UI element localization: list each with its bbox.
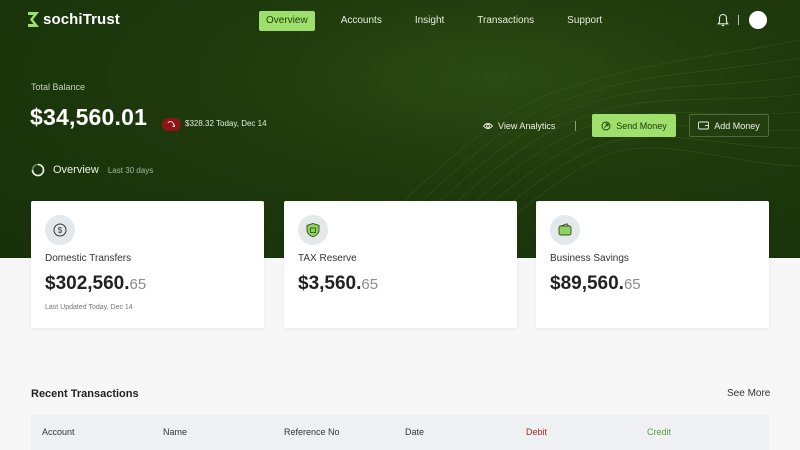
- column-header-name[interactable]: Name: [163, 427, 187, 437]
- see-more-link[interactable]: See More: [727, 388, 770, 399]
- column-header-account[interactable]: Account: [42, 427, 75, 437]
- nav-support[interactable]: Support: [560, 11, 609, 31]
- balance-change-text: $328.32 Today, Dec 14: [185, 119, 267, 128]
- card-title: TAX Reserve: [298, 253, 357, 264]
- overview-header: Overview Last 30 days: [31, 163, 153, 177]
- top-navbar: sochiTrust Overview Accounts Insight Tra…: [0, 0, 800, 42]
- card-title: Domestic Transfers: [45, 253, 132, 264]
- nav-transactions[interactable]: Transactions: [470, 11, 541, 31]
- overview-progress-icon: [31, 163, 45, 177]
- transactions-table-header: Account Name Reference No Date Debit Cre…: [31, 415, 769, 450]
- recent-transactions-title: Recent Transactions: [31, 388, 139, 400]
- nav-overview[interactable]: Overview: [259, 11, 315, 31]
- send-money-button[interactable]: Send Money: [592, 114, 676, 137]
- overview-title: Overview: [53, 164, 99, 176]
- bell-icon[interactable]: [717, 13, 729, 27]
- avatar[interactable]: [749, 11, 767, 29]
- send-money-label: Send Money: [616, 120, 667, 131]
- brand-logo[interactable]: sochiTrust: [27, 11, 120, 28]
- add-money-label: Add Money: [714, 120, 760, 131]
- overview-subtitle: Last 30 days: [107, 165, 154, 175]
- view-analytics-link[interactable]: View Analytics: [483, 121, 555, 131]
- card-amount: $302,560.65: [45, 273, 147, 294]
- main-nav: Overview Accounts Insight Transactions S…: [259, 11, 628, 31]
- account-card-domestic-transfers[interactable]: $ Domestic Transfers $302,560.65 Last Up…: [31, 201, 264, 328]
- column-header-debit[interactable]: Debit: [526, 427, 547, 437]
- dollar-coin-icon: $: [53, 223, 67, 237]
- brand-name: sochiTrust: [43, 11, 120, 28]
- nav-accounts[interactable]: Accounts: [334, 11, 389, 31]
- add-money-button[interactable]: Add Money: [689, 114, 769, 137]
- account-card-business-savings[interactable]: Business Savings $89,560.65: [536, 201, 769, 328]
- card-amount: $89,560.65: [550, 273, 641, 294]
- shield-icon: [306, 223, 320, 238]
- nav-insight[interactable]: Insight: [408, 11, 451, 31]
- total-balance-label: Total Balance: [31, 82, 86, 92]
- trend-down-icon: [167, 121, 175, 127]
- send-icon: [601, 121, 611, 130]
- wallet-icon: [558, 223, 572, 236]
- balance-change-badge: [162, 118, 181, 131]
- view-analytics-label: View Analytics: [498, 121, 556, 131]
- account-card-tax-reserve[interactable]: TAX Reserve $3,560.65: [284, 201, 517, 328]
- eye-icon: [483, 123, 493, 129]
- column-header-date[interactable]: Date: [405, 427, 424, 437]
- nav-divider: [738, 15, 739, 25]
- card-title: Business Savings: [550, 253, 629, 264]
- logo-icon: [28, 12, 39, 27]
- svg-text:$: $: [58, 226, 63, 235]
- card-last-updated: Last Updated Today, Dec 14: [45, 304, 133, 311]
- card-amount: $3,560.65: [298, 273, 379, 294]
- column-header-reference[interactable]: Reference No: [284, 427, 340, 437]
- column-header-credit[interactable]: Credit: [647, 427, 671, 437]
- actions-divider: [575, 121, 576, 131]
- wallet-add-icon: [698, 121, 710, 130]
- card-icon-circle: [298, 215, 328, 245]
- card-icon-circle: $: [45, 215, 75, 245]
- total-balance-amount: $34,560.01: [30, 104, 148, 130]
- card-icon-circle: [550, 215, 580, 245]
